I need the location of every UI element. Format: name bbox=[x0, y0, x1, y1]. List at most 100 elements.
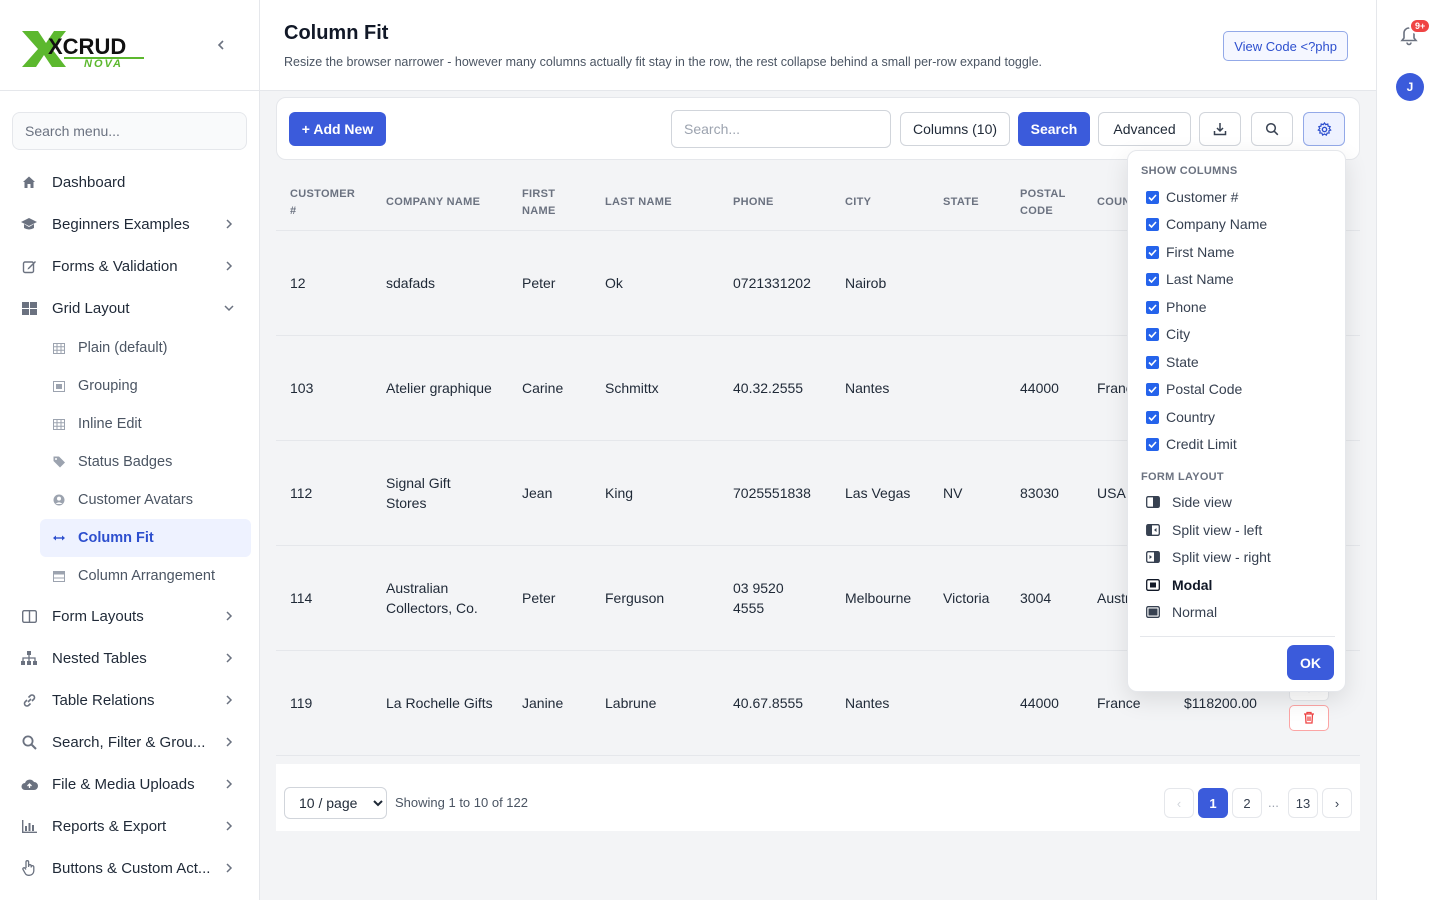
cell: 7025551838 bbox=[719, 440, 831, 546]
column-toggle[interactable]: Last Name bbox=[1146, 269, 1234, 289]
cell: 44000 bbox=[1006, 650, 1083, 756]
sidebar-item-reports-export[interactable]: Reports & Export bbox=[0, 805, 259, 847]
column-toggle[interactable]: Credit Limit bbox=[1146, 434, 1237, 454]
layout-option-split-left[interactable]: Split view - left bbox=[1146, 520, 1262, 540]
column-toggle[interactable]: Phone bbox=[1146, 297, 1206, 317]
column-header[interactable]: LAST NAME bbox=[591, 176, 719, 231]
layout-option-split-right[interactable]: Split view - right bbox=[1146, 547, 1271, 567]
checkbox-checked-icon[interactable] bbox=[1146, 245, 1159, 259]
column-toggle-label: Country bbox=[1166, 409, 1216, 425]
column-toggle-label: Credit Limit bbox=[1166, 436, 1237, 452]
pagination-ellipsis: ... bbox=[1268, 795, 1279, 810]
sidebar-subitem-grouping[interactable]: Grouping bbox=[40, 367, 251, 405]
column-toggle[interactable]: City bbox=[1146, 324, 1190, 344]
cell: 40.67.8555 bbox=[719, 650, 831, 756]
column-toggle[interactable]: Postal Code bbox=[1146, 379, 1242, 399]
sidebar-item-file-media-uploads[interactable]: File & Media Uploads bbox=[0, 763, 259, 805]
cell: Nairob bbox=[831, 230, 929, 336]
view-code-button[interactable]: View Code <?php bbox=[1223, 31, 1348, 61]
sidebar-item-form-layouts[interactable]: Form Layouts bbox=[0, 595, 259, 637]
checkbox-checked-icon[interactable] bbox=[1146, 355, 1159, 369]
xcrud-logo[interactable]: XCRUD NOVA bbox=[18, 21, 150, 69]
checkbox-checked-icon[interactable] bbox=[1146, 272, 1159, 286]
user-avatar[interactable]: J bbox=[1396, 73, 1424, 101]
page-1-button[interactable]: 1 bbox=[1198, 788, 1228, 818]
checkbox-checked-icon[interactable] bbox=[1146, 300, 1159, 314]
column-header[interactable]: CUSTOMER # bbox=[276, 176, 372, 231]
per-page-select[interactable]: 10 / page bbox=[284, 787, 387, 819]
page-13-button[interactable]: 13 bbox=[1288, 788, 1318, 818]
showing-count: Showing 1 to 10 of 122 bbox=[395, 795, 528, 810]
column-toggle[interactable]: State bbox=[1146, 352, 1199, 372]
hand-pointer-icon bbox=[20, 859, 38, 877]
sidebar-subitem-plain[interactable]: Plain (default) bbox=[40, 329, 251, 367]
sidebar-item-forms-validation[interactable]: Forms & Validation bbox=[0, 245, 259, 287]
add-new-button[interactable]: + Add New bbox=[289, 112, 386, 146]
ok-button[interactable]: OK bbox=[1287, 645, 1334, 680]
sidebar-item-label: Form Layouts bbox=[52, 607, 144, 625]
sidebar-item-table-relations[interactable]: Table Relations bbox=[0, 679, 259, 721]
sidebar-item-search-filter[interactable]: Search, Filter & Grou... bbox=[0, 721, 259, 763]
sidebar-subitem-inline-edit[interactable]: Inline Edit bbox=[40, 405, 251, 443]
sidebar-item-label: Forms & Validation bbox=[52, 257, 178, 275]
sidebar-item-label: Beginners Examples bbox=[52, 215, 190, 233]
column-header[interactable]: COMPANY NAME bbox=[372, 176, 508, 231]
sidebar-item-dashboard[interactable]: Dashboard bbox=[0, 161, 259, 203]
settings-button[interactable] bbox=[1303, 112, 1345, 146]
sidebar-item-grid-layout[interactable]: Grid Layout bbox=[0, 287, 259, 329]
cell: sdafads bbox=[372, 230, 508, 336]
export-button[interactable] bbox=[1199, 112, 1241, 146]
sidebar-item-label: Reports & Export bbox=[52, 817, 167, 835]
column-toggle-label: Postal Code bbox=[1166, 381, 1243, 397]
sidebar-subitem-label: Column Fit bbox=[78, 530, 154, 546]
sidebar-subitem-column-fit[interactable]: Column Fit bbox=[40, 519, 251, 557]
page-2-button[interactable]: 2 bbox=[1232, 788, 1262, 818]
sidebar-subitem-column-arrangement[interactable]: Column Arrangement bbox=[40, 557, 251, 595]
sidebar-collapse-button[interactable] bbox=[209, 33, 233, 57]
delete-row-button[interactable] bbox=[1288, 704, 1329, 731]
page-title: Column Fit bbox=[284, 22, 389, 44]
checkbox-checked-icon[interactable] bbox=[1146, 190, 1159, 204]
layout-option-side-view[interactable]: Side view bbox=[1146, 492, 1232, 512]
show-columns-title: SHOW COLUMNS bbox=[1141, 165, 1238, 177]
checkbox-checked-icon[interactable] bbox=[1146, 410, 1159, 424]
columns-button[interactable]: Columns (10) bbox=[900, 112, 1010, 146]
chevron-right-icon bbox=[226, 653, 233, 663]
checkbox-checked-icon[interactable] bbox=[1146, 217, 1159, 231]
sidebar-item-buttons-custom-actions[interactable]: Buttons & Custom Act... bbox=[0, 847, 259, 889]
advanced-button[interactable]: Advanced bbox=[1098, 112, 1191, 146]
chevron-right-icon bbox=[226, 863, 233, 873]
sidebar-item-beginners-examples[interactable]: Beginners Examples bbox=[0, 203, 259, 245]
column-toggle[interactable]: First Name bbox=[1146, 242, 1234, 262]
layout-split-left-icon bbox=[1146, 524, 1160, 536]
layout-option-normal[interactable]: Normal bbox=[1146, 602, 1217, 622]
column-header[interactable]: POSTAL CODE bbox=[1006, 176, 1083, 231]
cell: NV bbox=[929, 440, 1006, 546]
checkbox-checked-icon[interactable] bbox=[1146, 327, 1159, 341]
column-toggle[interactable]: Country bbox=[1146, 407, 1215, 427]
grid-search-input[interactable] bbox=[671, 110, 891, 148]
column-header[interactable]: PHONE bbox=[719, 176, 831, 231]
next-page-button[interactable]: › bbox=[1322, 788, 1352, 818]
checkbox-checked-icon[interactable] bbox=[1146, 382, 1159, 396]
column-toggle[interactable]: Customer # bbox=[1146, 187, 1238, 207]
search-button[interactable]: Search bbox=[1018, 112, 1090, 146]
prev-page-button[interactable]: ‹ bbox=[1164, 788, 1194, 818]
page-header: Column Fit Resize the browser narrower -… bbox=[260, 0, 1376, 91]
checkbox-checked-icon[interactable] bbox=[1146, 437, 1159, 451]
cell: Australian Collectors, Co. bbox=[372, 545, 508, 651]
sidebar-subitem-customer-avatars[interactable]: Customer Avatars bbox=[40, 481, 251, 519]
sidebar-search-input[interactable] bbox=[12, 112, 247, 150]
column-toggle[interactable]: Company Name bbox=[1146, 214, 1267, 234]
layout-option-label: Split view - left bbox=[1172, 522, 1263, 538]
cell: 44000 bbox=[1006, 335, 1083, 441]
sidebar-item-nested-tables[interactable]: Nested Tables bbox=[0, 637, 259, 679]
chevron-right-icon bbox=[226, 821, 233, 831]
column-toggle-label: City bbox=[1166, 326, 1191, 342]
sidebar-subitem-status-badges[interactable]: Status Badges bbox=[40, 443, 251, 481]
column-header[interactable]: CITY bbox=[831, 176, 929, 231]
toggle-search-button[interactable] bbox=[1251, 112, 1293, 146]
layout-option-modal[interactable]: Modal bbox=[1146, 575, 1212, 595]
column-header[interactable]: FIRST NAME bbox=[508, 176, 591, 231]
column-header[interactable]: STATE bbox=[929, 176, 1006, 231]
